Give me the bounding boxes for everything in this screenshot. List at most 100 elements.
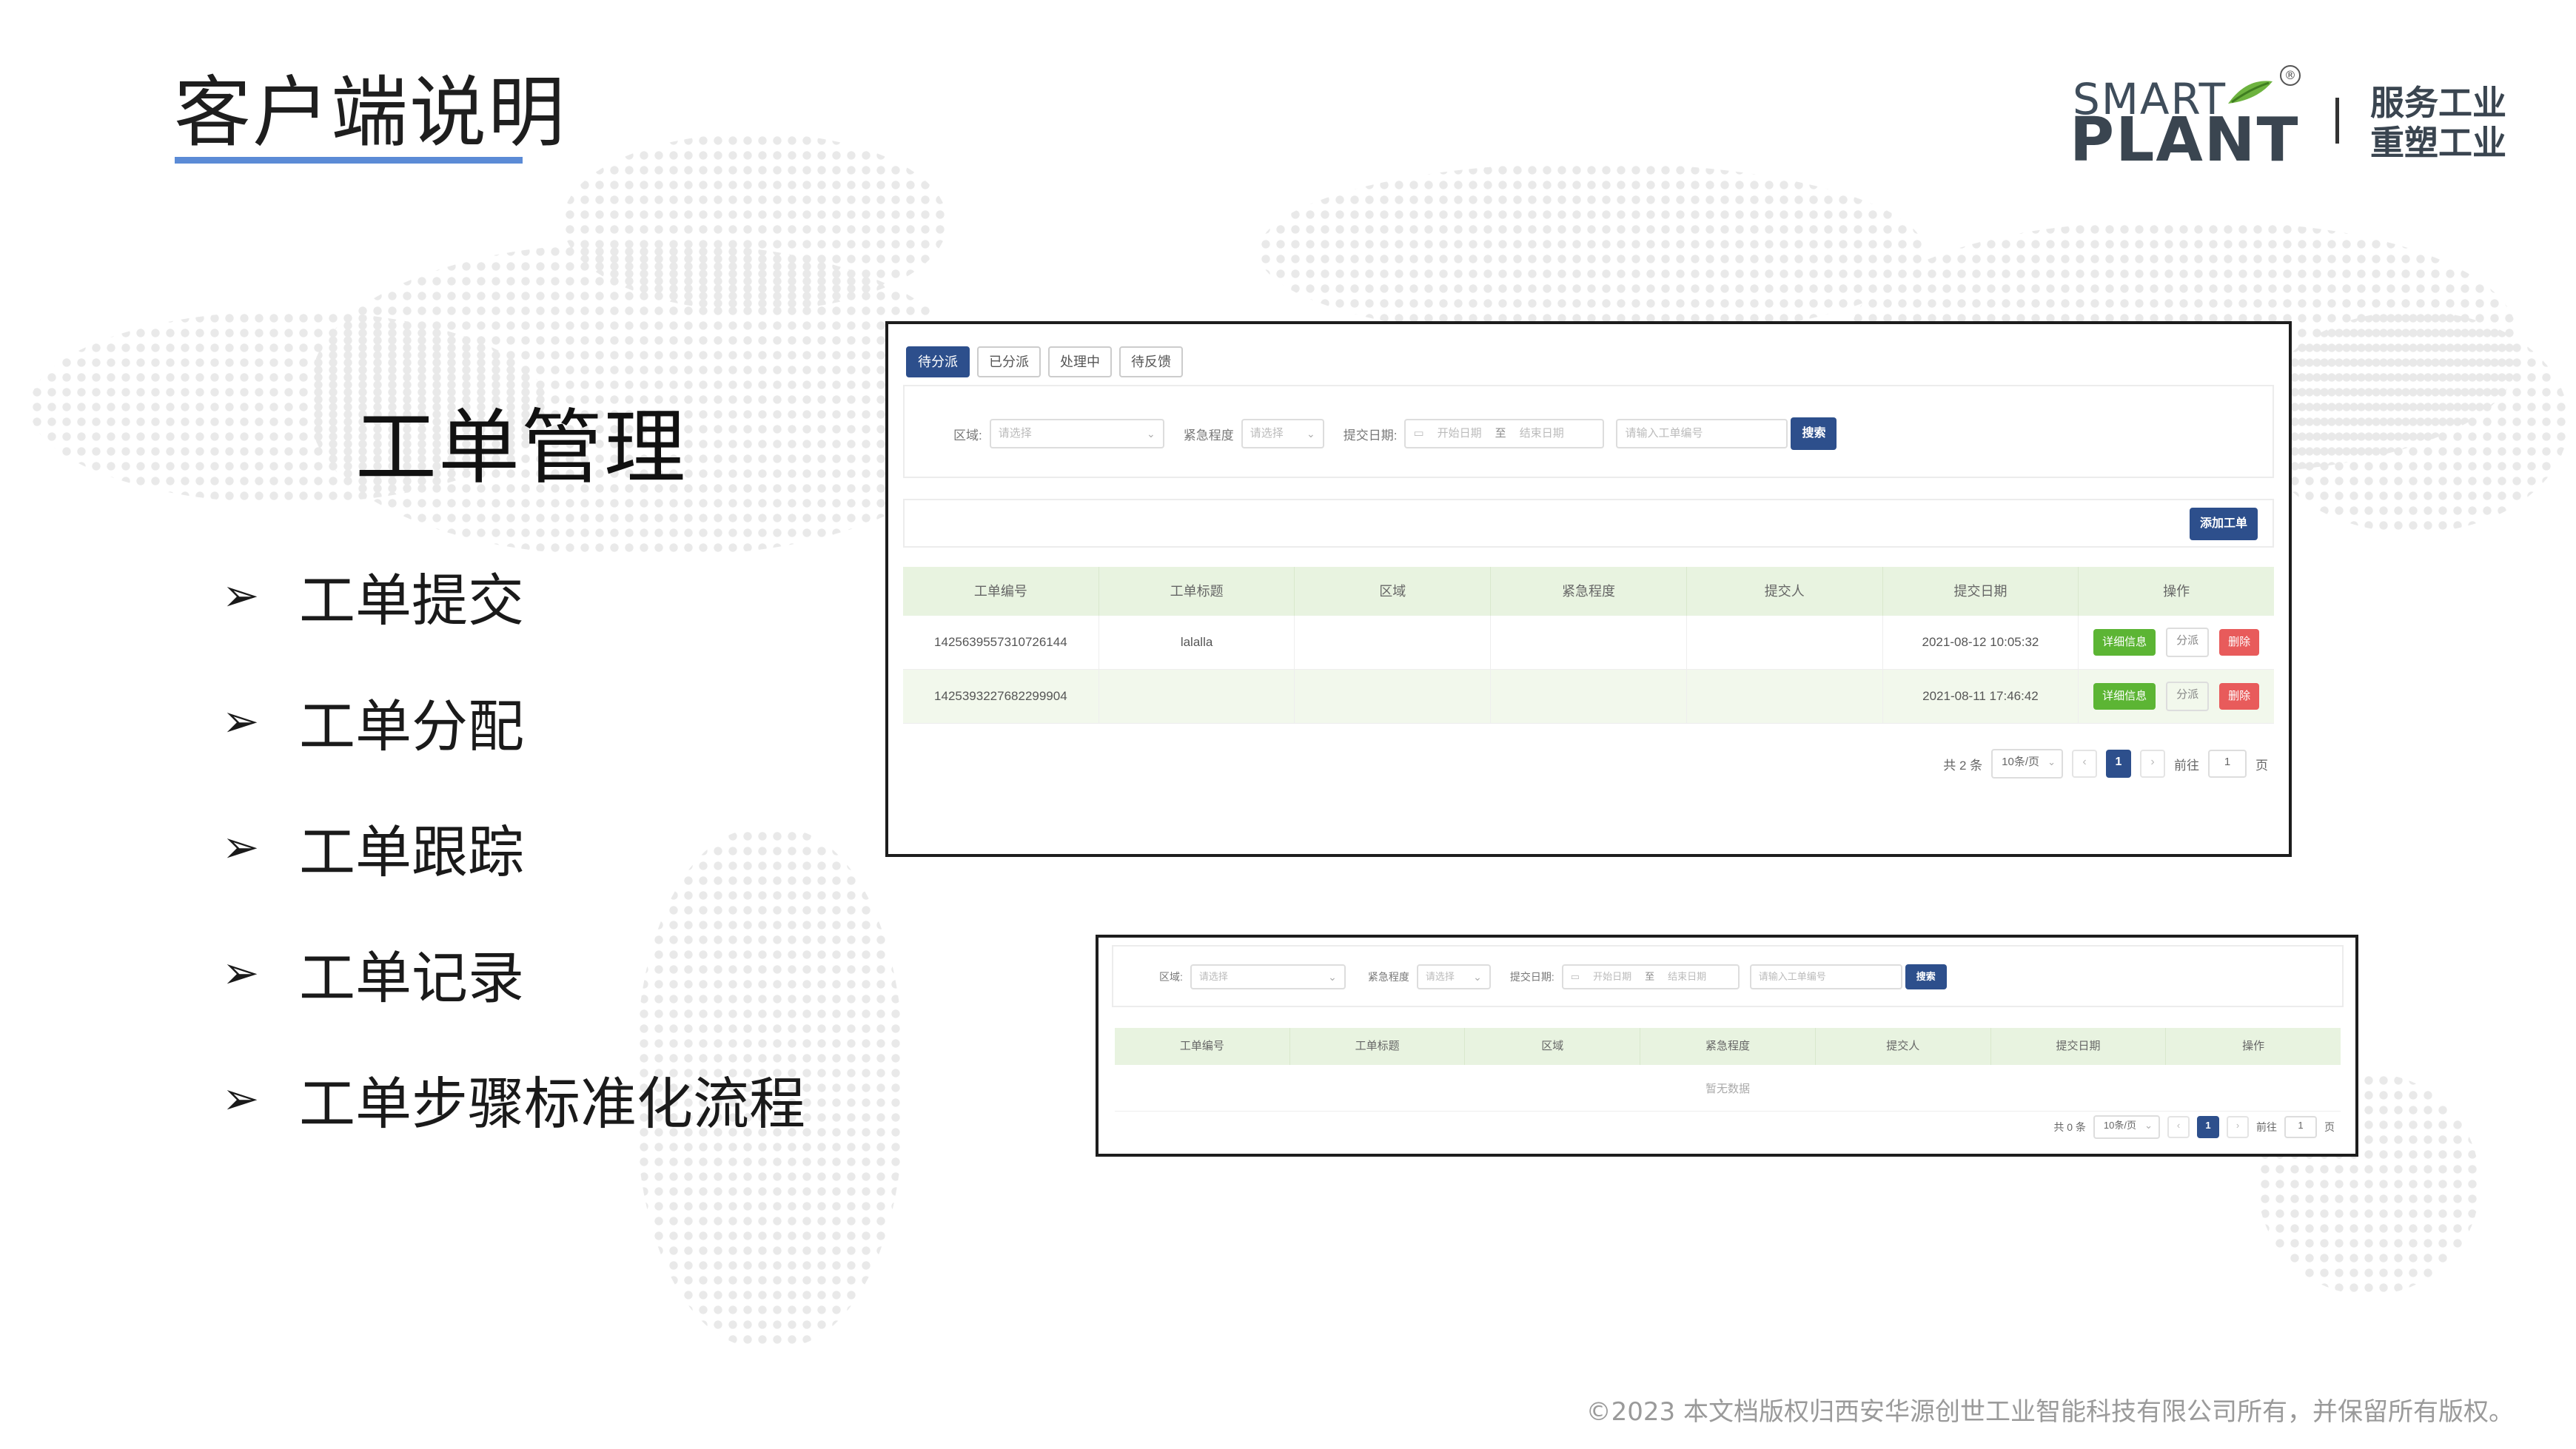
delete-button[interactable]: 删除 [2219,683,2260,710]
goto-page-input[interactable]: 1 [2284,1116,2317,1138]
table-header: 工单编号 工单标题 区域 紧急程度 提交人 提交日期 操作 [1115,1028,2341,1065]
urgency-placeholder: 请选择 [1425,971,1455,982]
arrow-bullet-icon: ➢ [222,696,260,747]
goto-page-input[interactable]: 1 [2208,750,2247,778]
delete-button[interactable]: 删除 [2219,629,2260,656]
arrow-bullet-icon: ➢ [222,1073,260,1125]
status-tabs: 待分派 已分派 处理中 待反馈 [906,346,1183,377]
table-row: 1425393227682299904 2021-08-11 17:46:42 … [903,670,2274,724]
slogan-line-1: 服务工业 [2370,83,2506,123]
work-order-screenshot-empty: 区域: 请选择 ⌄ 紧急程度 请选择 ⌄ 提交日期: ▭ 开始日期 至 结束日期… [1096,935,2358,1157]
tab-processing[interactable]: 处理中 [1048,346,1112,377]
list-item-label: 工单跟踪 [299,819,524,885]
table-header: 工单编号 工单标题 区域 紧急程度 提交人 提交日期 操作 [903,567,2274,616]
add-order-button[interactable]: 添加工单 [2190,508,2258,540]
list-item: ➢ 工单跟踪 [222,784,805,910]
page-title: 客户端说明 [174,67,567,158]
cell-region [1295,670,1492,723]
work-order-table: 工单编号 工单标题 区域 紧急程度 提交人 提交日期 操作 暂无数据 [1115,1028,2341,1112]
tab-pending-feedback[interactable]: 待反馈 [1119,346,1183,377]
region-label: 区域: [1159,971,1183,983]
order-number-input[interactable]: 请输入工单编号 [1749,964,1902,989]
chevron-down-icon: ⌄ [1328,971,1337,983]
feature-list: ➢ 工单提交 ➢ 工单分配 ➢ 工单跟踪 ➢ 工单记录 ➢ 工单步骤标准化流程 [222,533,805,1162]
date-end-placeholder: 结束日期 [1668,971,1707,982]
list-item: ➢ 工单步骤标准化流程 [222,1036,805,1162]
list-item-label: 工单分配 [299,693,524,759]
prev-page-button[interactable]: ‹ [2072,750,2097,778]
pagination: 共 2 条 10条/页 ⌄ ‹ 1 › 前往 1 页 [1943,749,2268,779]
list-item-label: 工单步骤标准化流程 [299,1071,805,1137]
cell-submitter [1687,616,1883,669]
date-label: 提交日期: [1509,971,1554,983]
date-separator: 至 [1495,427,1506,440]
cell-title: lalalla [1099,616,1295,669]
cell-date: 2021-08-11 17:46:42 [1883,670,2079,723]
column-header: 区域 [1295,567,1492,616]
list-item: ➢ 工单提交 [222,533,805,659]
page-size-select[interactable]: 10条/页 ⌄ [1991,749,2063,779]
search-button[interactable]: 搜索 [1791,417,1837,450]
urgency-select[interactable]: 请选择 ⌄ [1241,419,1324,448]
chevron-down-icon: ⌄ [1473,971,1482,983]
column-header: 提交日期 [1883,567,2079,616]
column-header: 操作 [2242,1040,2265,1052]
prev-page-button[interactable]: ‹ [2167,1116,2190,1138]
page-number-button[interactable]: 1 [2106,750,2131,778]
total-count: 共 0 条 [2053,1121,2086,1133]
cell-urgency [1491,670,1687,723]
tab-assigned[interactable]: 已分派 [977,346,1041,377]
smart-plant-logo: SMART ® PLANT 服务工业 重塑工业 [2070,59,2546,178]
page-number-button[interactable]: 1 [2197,1116,2219,1138]
section-heading: 工单管理 [355,400,687,495]
list-item: ➢ 工单记录 [222,910,805,1036]
arrow-bullet-icon: ➢ [222,570,260,622]
order-number-input[interactable]: 请输入工单编号 [1616,419,1788,448]
next-page-button[interactable]: › [2140,750,2165,778]
page-size-select[interactable]: 10条/页 ⌄ [2093,1115,2160,1139]
chevron-down-icon: ⌄ [2144,1120,2153,1131]
detail-button[interactable]: 详细信息 [2093,683,2156,710]
arrow-bullet-icon: ➢ [222,947,260,999]
date-start-placeholder: 开始日期 [1437,427,1482,440]
next-page-button[interactable]: › [2227,1116,2249,1138]
date-range-picker[interactable]: ▭ 开始日期 至 结束日期 [1404,419,1605,448]
date-separator: 至 [1645,971,1655,982]
assign-button[interactable]: 分派 [2166,628,2210,657]
assign-button[interactable]: 分派 [2166,682,2210,711]
cell-actions: 详细信息 分派 删除 [2079,616,2274,669]
work-order-screenshot-main: 待分派 已分派 处理中 待反馈 区域: 请选择 ⌄ 紧急程度 请选择 ⌄ 提交日… [885,321,2292,857]
page-size-value: 10条/页 [2103,1120,2136,1131]
date-end-placeholder: 结束日期 [1519,427,1564,440]
urgency-label: 紧急程度 [1183,428,1234,443]
cell-region [1295,616,1492,669]
column-header: 操作 [2163,584,2190,599]
logo-separator [2335,98,2339,144]
region-select[interactable]: 请选择 ⌄ [1190,964,1346,989]
list-item-label: 工单提交 [299,568,524,633]
cell-date: 2021-08-12 10:05:32 [1883,616,2079,669]
column-header: 工单标题 [1290,1028,1466,1065]
logo-plant-text: PLANT [2070,105,2300,175]
pagination: 共 0 条 10条/页 ⌄ ‹ 1 › 前往 1 页 [2053,1115,2335,1139]
detail-button[interactable]: 详细信息 [2093,629,2156,656]
arrow-bullet-icon: ➢ [222,821,260,873]
tab-pending-assign[interactable]: 待分派 [906,346,970,377]
calendar-icon: ▭ [1570,971,1580,982]
filter-bar: 区域: 请选择 ⌄ 紧急程度 请选择 ⌄ 提交日期: ▭ 开始日期 至 结束日期… [1112,945,2344,1007]
title-underline [175,157,523,164]
chevron-down-icon: ⌄ [1307,428,1315,440]
region-select[interactable]: 请选择 ⌄ [989,419,1164,448]
list-item-label: 工单记录 [299,945,524,1011]
empty-state-text: 暂无数据 [1115,1065,2341,1112]
toolbar-bar: 添加工单 [903,499,2274,548]
region-placeholder: 请选择 [998,427,1032,440]
cell-title [1099,670,1295,723]
search-button[interactable]: 搜索 [1905,964,1947,989]
date-start-placeholder: 开始日期 [1593,971,1632,982]
work-order-table: 工单编号 工单标题 区域 紧急程度 提交人 提交日期 操作 1425639557… [903,567,2274,724]
urgency-select[interactable]: 请选择 ⌄ [1416,964,1491,989]
date-range-picker[interactable]: ▭ 开始日期 至 结束日期 [1561,964,1740,989]
urgency-placeholder: 请选择 [1250,427,1284,440]
column-header: 提交人 [1816,1028,1991,1065]
